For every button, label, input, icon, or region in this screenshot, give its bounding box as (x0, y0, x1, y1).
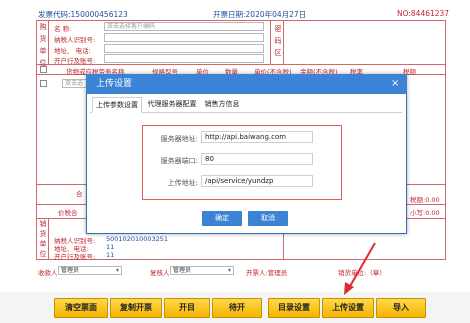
seller-side-label: 销 货 单 位 (37, 219, 49, 259)
price-tax-total-label: 价税合 (58, 209, 78, 217)
payee-label: 收款人: (38, 269, 60, 277)
server-address-input[interactable]: http://api.baiwang.com (201, 131, 313, 143)
server-port-label: 服务器端口: (160, 157, 198, 165)
divider (36, 64, 446, 65)
invoice-number: NO:84461237 (397, 9, 450, 18)
buyer-taxid-field[interactable] (104, 33, 264, 42)
chevron-down-icon: ▾ (227, 267, 231, 274)
total-label: 合 (76, 190, 83, 198)
reviewer-select[interactable]: 管理员 ▾ (170, 266, 234, 275)
side-char: 货 (39, 230, 47, 238)
server-port-input[interactable]: 80 (201, 153, 313, 165)
server-address-label: 服务器地址: (160, 135, 198, 143)
buyer-name-field[interactable]: 双击选择客户编码 (104, 22, 264, 31)
clear-invoice-button[interactable]: 清空票面 (54, 298, 108, 318)
buyer-side-label: 购 货 单 位 (37, 21, 49, 69)
seller-bank-value: 11 (106, 251, 115, 259)
buyer-address-field[interactable] (104, 44, 264, 53)
buyer-name-label: 名 称: (54, 25, 72, 33)
invoice-date: 开票日期:2020年04月27日 (213, 10, 307, 19)
upload-address-label: 上传地址: (167, 179, 198, 187)
chevron-down-icon: ▾ (115, 267, 119, 274)
side-char: 销 (39, 220, 47, 228)
side-char: 位 (39, 250, 47, 258)
side-char: 单 (39, 240, 47, 248)
buyer-bank-field[interactable] (104, 54, 264, 63)
seller-taxid-value: 500102010003251 (106, 235, 169, 243)
seller-address-value: 11 (106, 243, 115, 251)
side-char: 单 (39, 47, 47, 55)
upload-address-input[interactable]: /api/service/yundzp (201, 175, 313, 187)
dialog-title: 上传设置 (86, 74, 407, 94)
payee-value: 管理员 (61, 267, 80, 274)
pending-button[interactable]: 待开 (212, 298, 262, 318)
side-char: 货 (39, 35, 47, 43)
open-button[interactable]: 开目 (164, 298, 210, 318)
buyer-taxid-label: 纳税人识别号: (54, 36, 96, 44)
buyer-bank-label: 开户行及账号: (54, 57, 96, 65)
row-checkbox[interactable] (40, 80, 47, 87)
catalog-settings-button[interactable]: 目录设置 (268, 298, 320, 318)
reviewer-label: 复核人: (150, 269, 172, 277)
tab-upload-params[interactable]: 上传参数设置 (92, 97, 142, 113)
side-char: 区 (274, 49, 282, 57)
tax-total-value: 税额:0.00 (410, 196, 440, 204)
side-char: 购 (39, 23, 47, 31)
buyer-address-label: 地址、 电话: (54, 47, 91, 55)
invoice-code: 发票代码:150000456123 (38, 10, 128, 19)
reviewer-value: 管理员 (173, 267, 192, 274)
import-button[interactable]: 导入 (376, 298, 426, 318)
confirm-button[interactable]: 确定 (202, 211, 242, 226)
payee-select[interactable]: 管理员 ▾ (58, 266, 122, 275)
tab-seller-info[interactable]: 销售方信息 (202, 97, 242, 113)
tab-proxy-config[interactable]: 代理服务器配置 (144, 97, 200, 113)
close-icon[interactable]: × (391, 79, 399, 89)
password-side-label: 密 码 区 (272, 23, 284, 59)
small-total-value: 小写:0.00 (410, 209, 440, 217)
annotation-arrow (344, 242, 376, 295)
select-all-checkbox[interactable] (40, 66, 47, 73)
upload-settings-button[interactable]: 上传设置 (322, 298, 374, 318)
side-char: 密 (274, 25, 282, 33)
cancel-button[interactable]: 取消 (248, 211, 288, 226)
copy-invoice-button[interactable]: 复制开票 (110, 298, 162, 318)
divider (270, 20, 271, 64)
drawer-label: 开票人:管理员 (246, 269, 288, 277)
side-char: 码 (274, 37, 282, 45)
seller-bank-label: 开户行及账号: (54, 253, 96, 261)
